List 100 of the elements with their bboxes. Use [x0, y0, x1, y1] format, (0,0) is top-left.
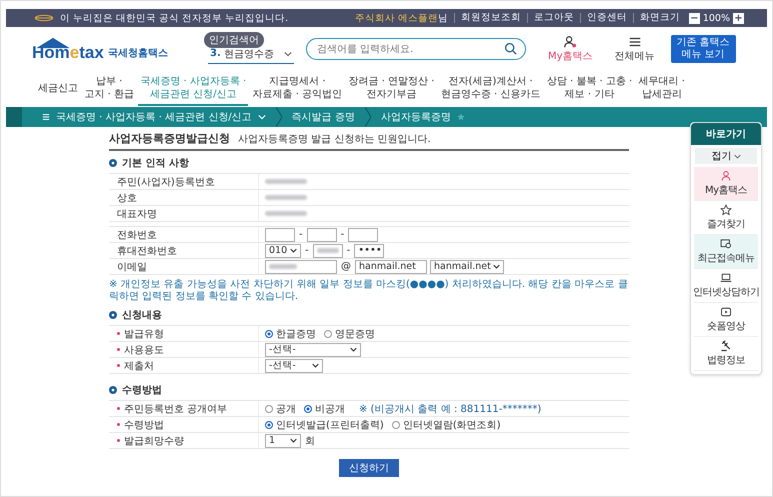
radio-label[interactable]: 공개	[276, 402, 296, 416]
top-link[interactable]: 인증센터	[580, 13, 633, 23]
all-menu-label[interactable]: 전체메뉴	[614, 49, 655, 63]
field-label: 대표자명	[117, 208, 157, 220]
field-label: 발급희망수량	[124, 434, 184, 448]
top-link[interactable]: 회원정보조회	[454, 13, 527, 23]
my-hometax-label[interactable]: My홈택스	[548, 49, 593, 63]
fold-button[interactable]: 접기	[695, 148, 757, 164]
section-bullet-icon	[109, 159, 117, 167]
section-heading: 신청내용	[122, 309, 162, 322]
blurred-value	[265, 195, 307, 200]
section-heading: 수령방법	[122, 384, 162, 397]
zoom-level: 100%	[702, 12, 730, 24]
user-icon	[720, 170, 732, 182]
phone-input[interactable]	[306, 228, 337, 242]
page-subtitle: 사업자등록증명 발급 신청하는 민원입니다.	[238, 133, 431, 146]
blurred-value	[265, 179, 307, 184]
page-title: 사업자등록증명발급신청	[109, 131, 230, 146]
caret-icon	[493, 264, 500, 269]
nav-tab[interactable]: 전자(세금)계산서 · 현금영수증 · 신용카드	[438, 72, 542, 106]
field-label: 주민(사업자)등록번호	[117, 176, 215, 188]
separator-text: -	[304, 245, 310, 256]
nav-tab[interactable]: 지급명세서 · 자료제출 · 공익법인	[250, 72, 344, 106]
popular-search-badge: 인기검색어	[204, 32, 264, 48]
zoom-out-button[interactable]: −	[688, 12, 700, 24]
mobile-prefix-select[interactable]: 010	[265, 244, 301, 258]
quantity-select[interactable]: 1	[265, 434, 301, 448]
caret-icon	[284, 50, 292, 56]
radio-button[interactable]	[392, 420, 400, 428]
radio-button[interactable]	[265, 330, 273, 338]
mobile-input[interactable]: ••••	[354, 244, 384, 258]
select-field[interactable]: -선택-	[265, 358, 323, 372]
user-icon[interactable]	[563, 35, 578, 49]
classic-menu-button[interactable]: 기존 홈택스 메뉴 보기	[670, 35, 736, 63]
search-field[interactable]: 검색어를 입력하세요.	[306, 38, 526, 60]
field-label: 발급유형	[124, 328, 164, 340]
radio-label[interactable]: 비공개	[315, 402, 345, 416]
top-link[interactable]: 화면크기	[632, 13, 686, 23]
email-domain-input[interactable]: hanmail.net	[355, 260, 427, 274]
nav-tab[interactable]: 장려금 · 연말정산 · 전자기부금	[346, 72, 436, 106]
radio-button[interactable]	[265, 420, 273, 428]
chevron-down-icon[interactable]	[258, 114, 266, 120]
section-bullet-icon	[109, 386, 117, 394]
breadcrumb-link[interactable]: 국세증명 · 사업자등록 · 세금관련 신청/신고	[56, 110, 252, 124]
field-label: 제출처	[124, 360, 154, 372]
quick-link[interactable]: 즐겨찾기	[694, 201, 758, 235]
radio-label[interactable]: 한글증명	[276, 326, 316, 340]
caret-icon	[290, 438, 297, 443]
star-icon[interactable]	[456, 113, 465, 121]
caret-icon	[350, 347, 357, 352]
field-label: 사용용도	[124, 344, 164, 356]
nav-tab[interactable]: 세무대리 · 납세관리	[636, 72, 687, 106]
radio-label[interactable]: 인터넷열람(화면조회)	[402, 418, 501, 432]
popular-term-dropdown[interactable]: 3. 현금영수증	[208, 44, 294, 64]
separator-text: -	[340, 229, 346, 240]
search-icon[interactable]	[504, 42, 517, 55]
nav-tab[interactable]: 상담 · 불복 · 고충 · 제보 · 기타	[544, 72, 634, 106]
breadcrumb-link[interactable]: 사업자등록증명	[380, 110, 451, 124]
select-field[interactable]: -선택-	[265, 342, 361, 356]
recent-screen-icon	[720, 238, 732, 250]
breadcrumb-link[interactable]: 즉시발급 증명	[292, 110, 355, 124]
field-label: 수령방법	[124, 418, 164, 432]
blurred-value	[269, 264, 297, 269]
quick-panel-title: 바로가기	[691, 123, 761, 145]
submit-button[interactable]: 신청하기	[339, 459, 399, 477]
email-domain-select[interactable]: hanmail.net	[430, 260, 504, 274]
field-label: 전화번호	[117, 228, 157, 242]
field-label: 상호	[117, 192, 137, 204]
unit-text: 회	[304, 434, 316, 448]
laptop-icon	[720, 272, 732, 284]
privacy-notice: ※ 개인정보 유출 가능성을 사전 차단하기 위해 일부 정보를 마스킹(●●●●) 처리하였습니다. 해당 칸을 마우스로 클릭하면 입력된 정보를 확인할 수 있습니다.	[109, 279, 629, 303]
section-heading: 기본 인적 사항	[122, 157, 189, 170]
gavel-icon	[720, 340, 732, 352]
video-play-icon	[720, 306, 732, 318]
radio-button[interactable]	[304, 404, 312, 412]
phone-input[interactable]	[265, 228, 295, 242]
field-label: 이메일	[117, 260, 147, 274]
government-logo-icon	[34, 14, 54, 22]
menu-icon[interactable]	[628, 35, 642, 49]
nav-tab[interactable]: 납부 · 고지 · 환급	[82, 72, 136, 106]
government-notice: 이 누리집은 대한민국 공식 전자정부 누리집입니다.	[60, 12, 288, 24]
caret-icon	[290, 248, 297, 253]
radio-button[interactable]	[324, 330, 332, 338]
radio-label[interactable]: 인터넷발급(프린터출력)	[276, 418, 384, 432]
phone-input[interactable]	[348, 228, 378, 242]
blurred-value	[316, 248, 339, 253]
radio-label[interactable]: 영문증명	[335, 326, 375, 340]
quick-link[interactable]: 법령정보	[694, 337, 758, 371]
blurred-value	[265, 211, 307, 216]
email-id-input[interactable]	[265, 260, 337, 274]
chevron-down-icon	[734, 154, 740, 158]
mobile-input[interactable]	[312, 244, 343, 258]
top-link[interactable]: 로그아웃	[526, 13, 580, 23]
quick-link[interactable]: 최근접속메뉴	[694, 235, 758, 269]
quick-link[interactable]: My홈택스	[694, 167, 758, 201]
nav-tab[interactable]: 세금신고	[36, 78, 80, 100]
radio-button[interactable]	[265, 404, 273, 412]
site-name: 국세청홈택스	[108, 47, 168, 60]
hometax-logo[interactable]: Hometax	[32, 44, 104, 62]
zoom-in-button[interactable]: +	[733, 12, 744, 24]
